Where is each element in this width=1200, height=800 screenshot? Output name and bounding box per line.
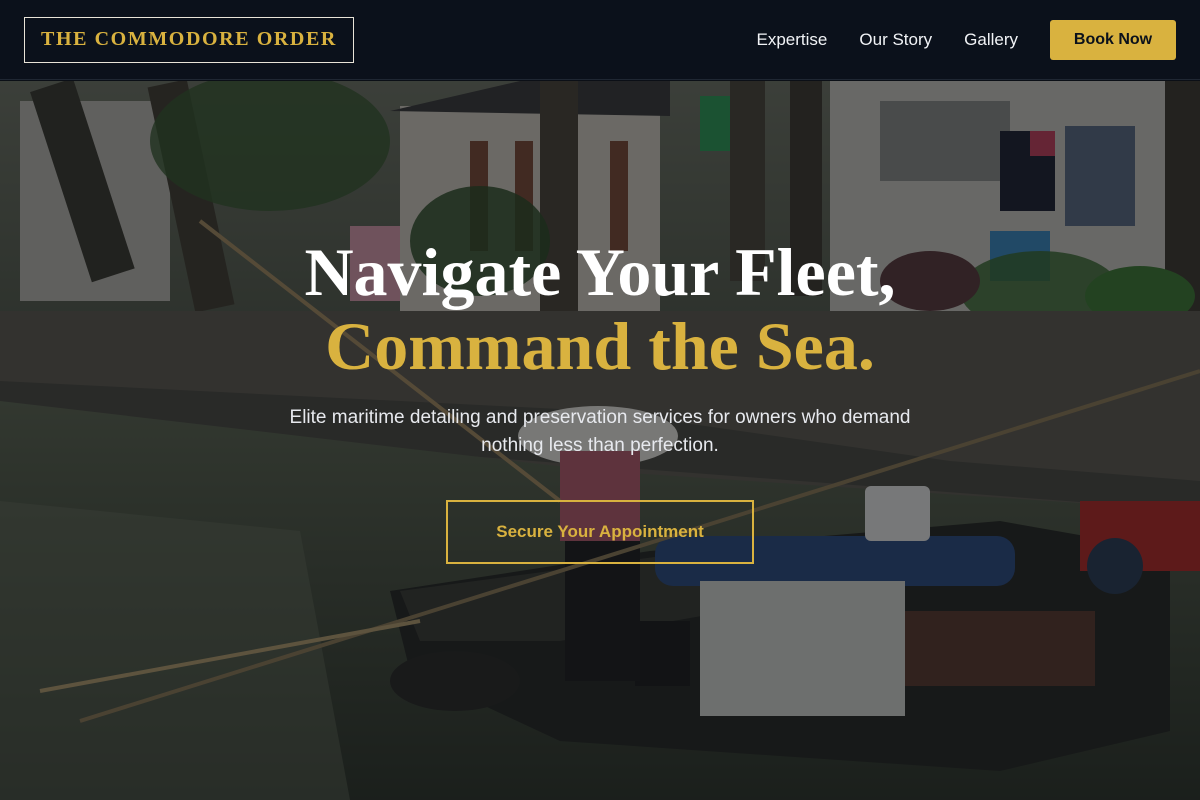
- nav-link-our-story[interactable]: Our Story: [859, 30, 932, 50]
- hero-section: Navigate Your Fleet, Command the Sea. El…: [0, 81, 1200, 800]
- hero-content: Navigate Your Fleet, Command the Sea. El…: [0, 81, 1200, 800]
- top-navbar: THE COMMODORE ORDER Expertise Our Story …: [0, 0, 1200, 80]
- secure-appointment-button[interactable]: Secure Your Appointment: [446, 500, 754, 564]
- hero-headline-line2: Command the Sea.: [325, 308, 875, 384]
- brand-logo[interactable]: THE COMMODORE ORDER: [24, 16, 354, 63]
- book-now-button[interactable]: Book Now: [1050, 19, 1176, 60]
- hero-subtitle: Elite maritime detailing and preservatio…: [289, 407, 911, 456]
- main-nav: Expertise Our Story Gallery Book Now: [757, 19, 1176, 60]
- nav-link-gallery[interactable]: Gallery: [964, 30, 1018, 50]
- nav-link-expertise[interactable]: Expertise: [757, 30, 828, 50]
- hero-headline-line1: Navigate Your Fleet,: [304, 234, 896, 310]
